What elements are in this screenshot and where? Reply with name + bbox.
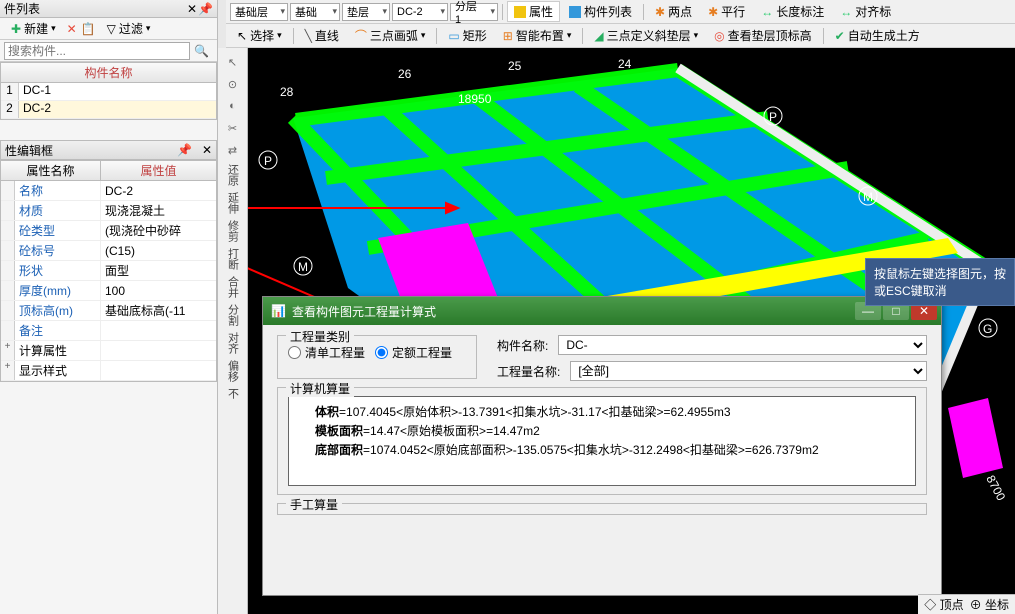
select-button[interactable]: ↖选择▾ — [230, 25, 289, 46]
prop-row[interactable]: 顶标高(m)基础底标高(-11 — [1, 301, 216, 321]
computer-calc-group: 计算机算量 体积=107.4045<原始体积>-13.7391<扣集水坑>-31… — [277, 387, 927, 495]
svg-text:26: 26 — [398, 67, 412, 81]
no-button[interactable]: 不 — [225, 386, 241, 401]
col-value: 属性值 — [101, 161, 216, 180]
prop-row[interactable]: 形状面型 — [1, 261, 216, 281]
prop-row[interactable]: 厚度(mm)100 — [1, 281, 216, 301]
align-dim-button[interactable]: ↔对齐标 — [833, 1, 898, 22]
magenta-block — [948, 398, 1003, 478]
two-point-button[interactable]: ✱两点 — [648, 1, 699, 22]
check-top-button[interactable]: ◎查看垫层顶标高 — [707, 25, 819, 46]
svg-text:24: 24 — [618, 57, 632, 71]
vertical-toolbar: ↖ ⊙ ◐ ✂ ⇄ 还原 延伸 修剪 打断 合并 分割 对齐 偏移 不 — [218, 48, 248, 614]
filter-button[interactable]: ▽过滤▾ — [100, 18, 158, 39]
snap-vertex[interactable]: ◇ 顶点 — [924, 596, 963, 613]
svg-text:M: M — [863, 190, 873, 204]
quantity-name-select[interactable]: [全部] — [570, 361, 927, 381]
tool-icon[interactable]: ⇄ — [221, 140, 245, 160]
dropdown-floor[interactable]: 基础层 — [230, 3, 288, 21]
search-icon[interactable]: 🔍 — [190, 44, 213, 58]
manual-calc-group: 手工算量 — [277, 503, 927, 515]
quantity-type-group: 工程量类别 清单工程量 定额工程量 — [277, 335, 477, 379]
tool-icon[interactable]: ⊙ — [221, 74, 245, 94]
search-row: 🔍 — [0, 40, 217, 62]
col-name: 属性名称 — [1, 161, 101, 180]
prop-row[interactable]: 材质现浇混凝土 — [1, 201, 216, 221]
svg-text:25: 25 — [508, 59, 522, 73]
status-bar: ◇ 顶点 ⊕ 坐标 — [918, 594, 1015, 614]
radio-quota[interactable]: 定额工程量 — [375, 344, 452, 361]
pin-icon[interactable]: 📌 — [198, 2, 213, 16]
table-row[interactable]: 2DC-2 — [1, 101, 216, 119]
dropdown-type[interactable]: 垫层 — [342, 3, 390, 21]
svg-text:P: P — [769, 110, 777, 124]
component-list-button[interactable]: 构件列表 — [562, 1, 639, 22]
calc-result-box[interactable]: 体积=107.4045<原始体积>-13.7391<扣集水坑>-31.17<扣基… — [288, 396, 916, 486]
tool-icon[interactable]: ✂ — [221, 118, 245, 138]
split-button[interactable]: 分割 — [225, 302, 241, 328]
svg-text:8700: 8700 — [983, 473, 1008, 503]
label-component-name: 构件名称: — [497, 337, 548, 354]
property-table: 属性名称属性值 名称DC-2 材质现浇混凝土 砼类型(现浇砼中砂碎 砼标号(C1… — [0, 160, 217, 382]
auto-soil-button[interactable]: ✔自动生成土方 — [828, 25, 927, 46]
property-panel: 性编辑框 📌 ✕ 属性名称属性值 名称DC-2 材质现浇混凝土 砼类型(现浇砼中… — [0, 140, 217, 382]
svg-text:P: P — [264, 154, 272, 168]
prop-expand[interactable]: +计算属性 — [1, 341, 216, 361]
offset-button[interactable]: 偏移 — [225, 358, 241, 384]
svg-text:28: 28 — [280, 85, 294, 99]
top-toolbar-2: ↖选择▾ ╲直线 ⌒三点画弧▾ ▭矩形 ⊞智能布置▾ ◢三点定义斜垫层▾ ◎查看… — [226, 24, 1015, 48]
arc-button[interactable]: ⌒三点画弧▾ — [348, 25, 433, 46]
extend-button[interactable]: 延伸 — [225, 190, 241, 216]
align-button[interactable]: 对齐 — [225, 330, 241, 356]
cursor-icon[interactable]: ↖ — [221, 52, 245, 72]
dialog-titlebar[interactable]: 📊 查看构件图元工程量计算式 — □ ✕ — [263, 297, 941, 325]
component-table: 构件名称 1DC-1 2DC-2 — [0, 62, 217, 120]
close-icon[interactable]: ✕ — [187, 2, 197, 16]
svg-text:18950: 18950 — [458, 92, 492, 106]
copy-icon[interactable]: 📋 — [81, 22, 96, 36]
property-panel-header: 性编辑框 📌 ✕ — [0, 140, 217, 160]
merge-button[interactable]: 合并 — [225, 274, 241, 300]
prop-row[interactable]: 备注 — [1, 321, 216, 341]
slope-button[interactable]: ◢三点定义斜垫层▾ — [587, 25, 705, 46]
trim-button[interactable]: 修剪 — [225, 218, 241, 244]
table-header: 构件名称 — [1, 63, 216, 83]
component-name-select[interactable]: DC- — [558, 335, 927, 355]
rect-button[interactable]: ▭矩形 — [441, 25, 493, 46]
pin-icon[interactable]: 📌 — [177, 143, 192, 157]
top-toolbar-1: 基础层 基础 垫层 DC-2 分层1 属性 构件列表 ✱两点 ✱平行 ↔长度标注… — [226, 0, 1015, 24]
new-button[interactable]: ✚新建▾ — [4, 18, 63, 39]
svg-text:G: G — [983, 322, 992, 336]
restore-button[interactable]: 还原 — [225, 162, 241, 188]
table-row[interactable]: 1DC-1 — [1, 83, 216, 101]
hint-tooltip: 按鼠标左键选择图元，按或ESC键取消 — [865, 258, 1015, 306]
component-list-header: 件列表 📌 ✕ — [0, 0, 217, 18]
tool-icon[interactable]: ◐ — [221, 96, 245, 116]
close-icon[interactable]: ✕ — [202, 143, 212, 157]
attributes-button[interactable]: 属性 — [507, 1, 560, 22]
svg-text:M: M — [298, 260, 308, 274]
component-list-title: 件列表 — [4, 0, 40, 17]
smart-layout-button[interactable]: ⊞智能布置▾ — [496, 25, 579, 46]
radio-list[interactable]: 清单工程量 — [288, 344, 365, 361]
dropdown-component[interactable]: DC-2 — [392, 3, 448, 21]
break-button[interactable]: 打断 — [225, 246, 241, 272]
dropdown-layer[interactable]: 分层1 — [450, 3, 498, 21]
left-panel: 件列表 📌 ✕ ✚新建▾ ✕ 📋 ▽过滤▾ 🔍 构件名称 1DC-1 2DC-2… — [0, 0, 218, 614]
search-input[interactable] — [4, 42, 190, 60]
calculation-dialog: 📊 查看构件图元工程量计算式 — □ ✕ 工程量类别 清单工程量 定额工程量 构… — [262, 296, 942, 596]
delete-icon[interactable]: ✕ — [67, 22, 77, 36]
label-quantity-name: 工程量名称: — [497, 363, 560, 380]
dialog-title: 查看构件图元工程量计算式 — [292, 303, 436, 320]
line-button[interactable]: ╲直线 — [298, 25, 346, 46]
prop-expand[interactable]: +显示样式 — [1, 361, 216, 381]
prop-row[interactable]: 砼标号(C15) — [1, 241, 216, 261]
parallel-button[interactable]: ✱平行 — [701, 1, 752, 22]
prop-row[interactable]: 名称DC-2 — [1, 181, 216, 201]
length-dim-button[interactable]: ↔长度标注 — [754, 1, 831, 22]
dropdown-major[interactable]: 基础 — [290, 3, 340, 21]
snap-coord[interactable]: ⊕ 坐标 — [970, 596, 1009, 613]
list-toolbar: ✚新建▾ ✕ 📋 ▽过滤▾ — [0, 18, 217, 40]
prop-row[interactable]: 砼类型(现浇砼中砂碎 — [1, 221, 216, 241]
